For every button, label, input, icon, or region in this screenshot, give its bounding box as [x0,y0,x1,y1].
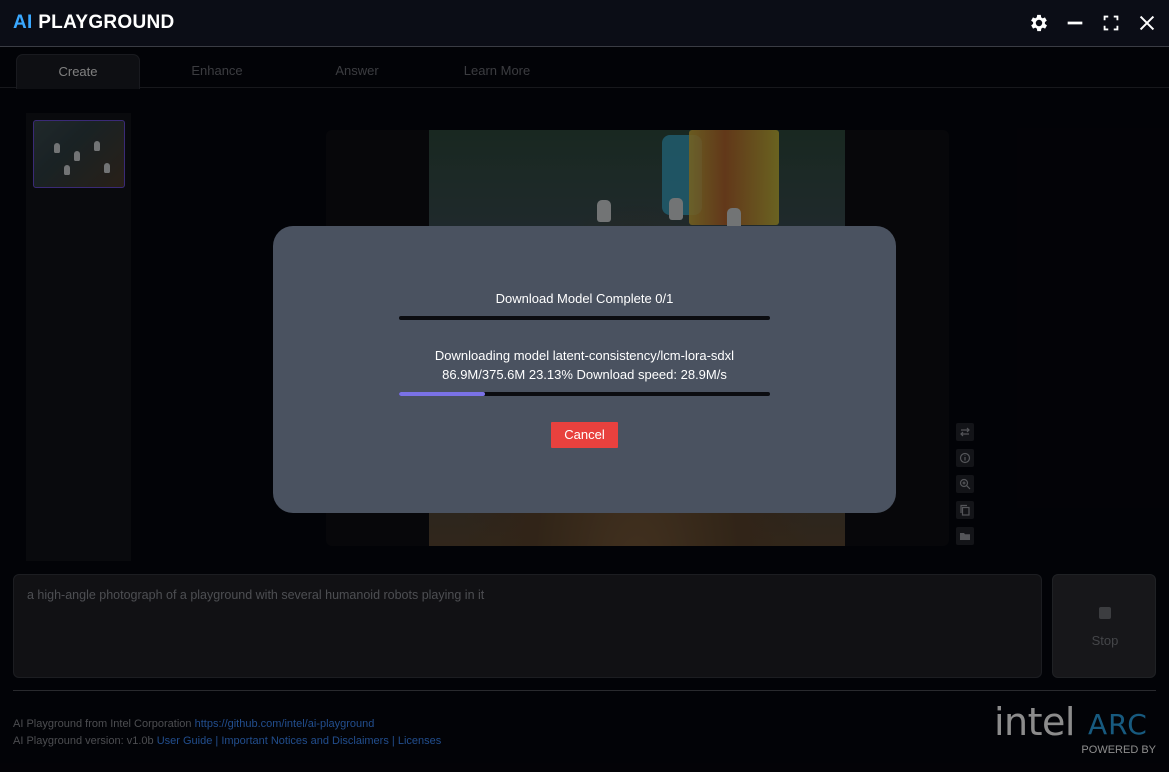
settings-button[interactable] [1028,12,1050,34]
maximize-icon [1103,15,1119,31]
download-stats: 86.9M/375.6M 23.13% Download speed: 28.9… [442,367,727,382]
logo-ai: AI [13,12,33,33]
close-icon [1139,15,1155,31]
cancel-button[interactable]: Cancel [551,422,618,448]
title-bar: AI PLAYGROUND [0,0,1169,47]
minimize-icon [1067,21,1083,25]
download-title: Download Model Complete 0/1 [495,291,674,306]
minimize-button[interactable] [1064,12,1086,34]
download-dialog: Download Model Complete 0/1 Downloading … [273,226,896,513]
download-model-name: Downloading model latent-consistency/lcm… [434,348,735,363]
close-button[interactable] [1136,12,1158,34]
file-progress-fill [399,392,485,396]
maximize-button[interactable] [1100,12,1122,34]
gear-icon [1031,14,1047,32]
overall-progress-bar [399,316,770,320]
logo-playground: PLAYGROUND [38,12,175,33]
file-progress-bar [399,392,770,396]
app-logo: AI PLAYGROUND [13,12,175,34]
